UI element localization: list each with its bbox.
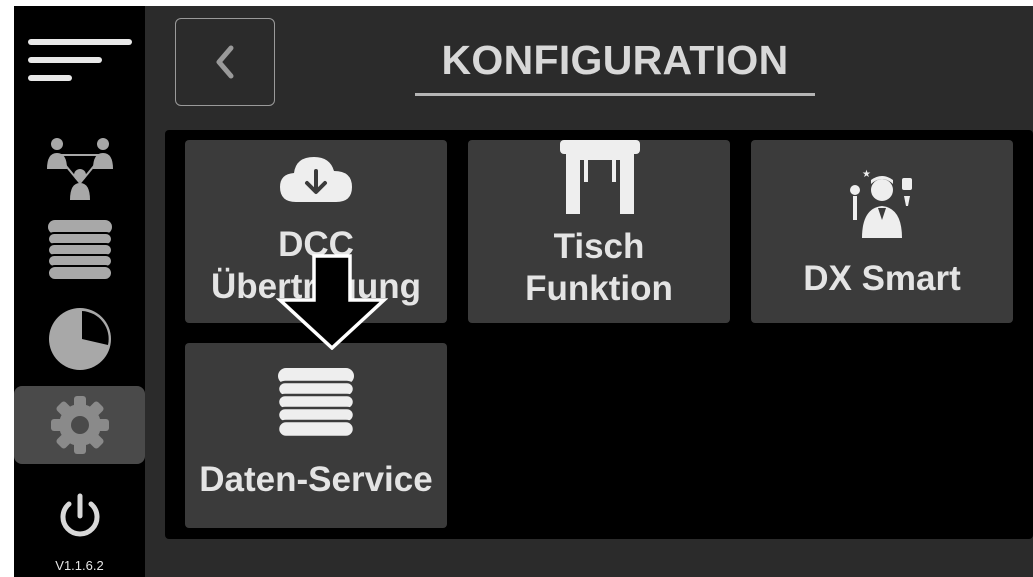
sidebar: V1.1.6.2 [14, 6, 145, 577]
pie-chart-icon [48, 308, 111, 370]
back-button[interactable] [175, 18, 275, 106]
power-button[interactable] [14, 484, 145, 548]
table-icon [560, 140, 640, 214]
sidebar-item-database[interactable] [14, 211, 145, 291]
tile-label-line1: Tisch [553, 227, 645, 266]
waiter-icon: ★ [850, 169, 912, 238]
tile-tisch-funktion[interactable]: Tisch Funktion [468, 140, 730, 323]
svg-text:★: ★ [862, 169, 871, 180]
chevron-left-icon [216, 45, 234, 79]
sidebar-item-users[interactable] [14, 128, 145, 208]
tile-label-line1: DX Smart [803, 259, 961, 298]
power-icon [60, 493, 99, 537]
tile-label-line2: Funktion [525, 269, 673, 308]
tile-dx-smart[interactable]: ★ DX Smart [751, 140, 1013, 323]
page-title: KONFIGURATION [415, 34, 815, 96]
tile-daten-service[interactable]: Daten-Service [185, 343, 447, 528]
down-arrow-icon [276, 254, 388, 350]
gear-icon [50, 396, 109, 454]
tile-label-line1: Daten-Service [199, 460, 433, 499]
users-network-icon [46, 138, 113, 200]
menu-button[interactable] [14, 34, 145, 94]
menu-icon [27, 39, 132, 81]
cloud-download-icon [280, 157, 352, 202]
sidebar-item-statistics[interactable] [14, 299, 145, 379]
version-label: V1.1.6.2 [55, 558, 104, 573]
sidebar-item-settings[interactable] [14, 386, 145, 464]
database-icon [276, 368, 356, 439]
database-icon [46, 220, 113, 281]
app-window: V1.1.6.2 KONFIGURATION DCC Übertragung [14, 6, 1033, 577]
